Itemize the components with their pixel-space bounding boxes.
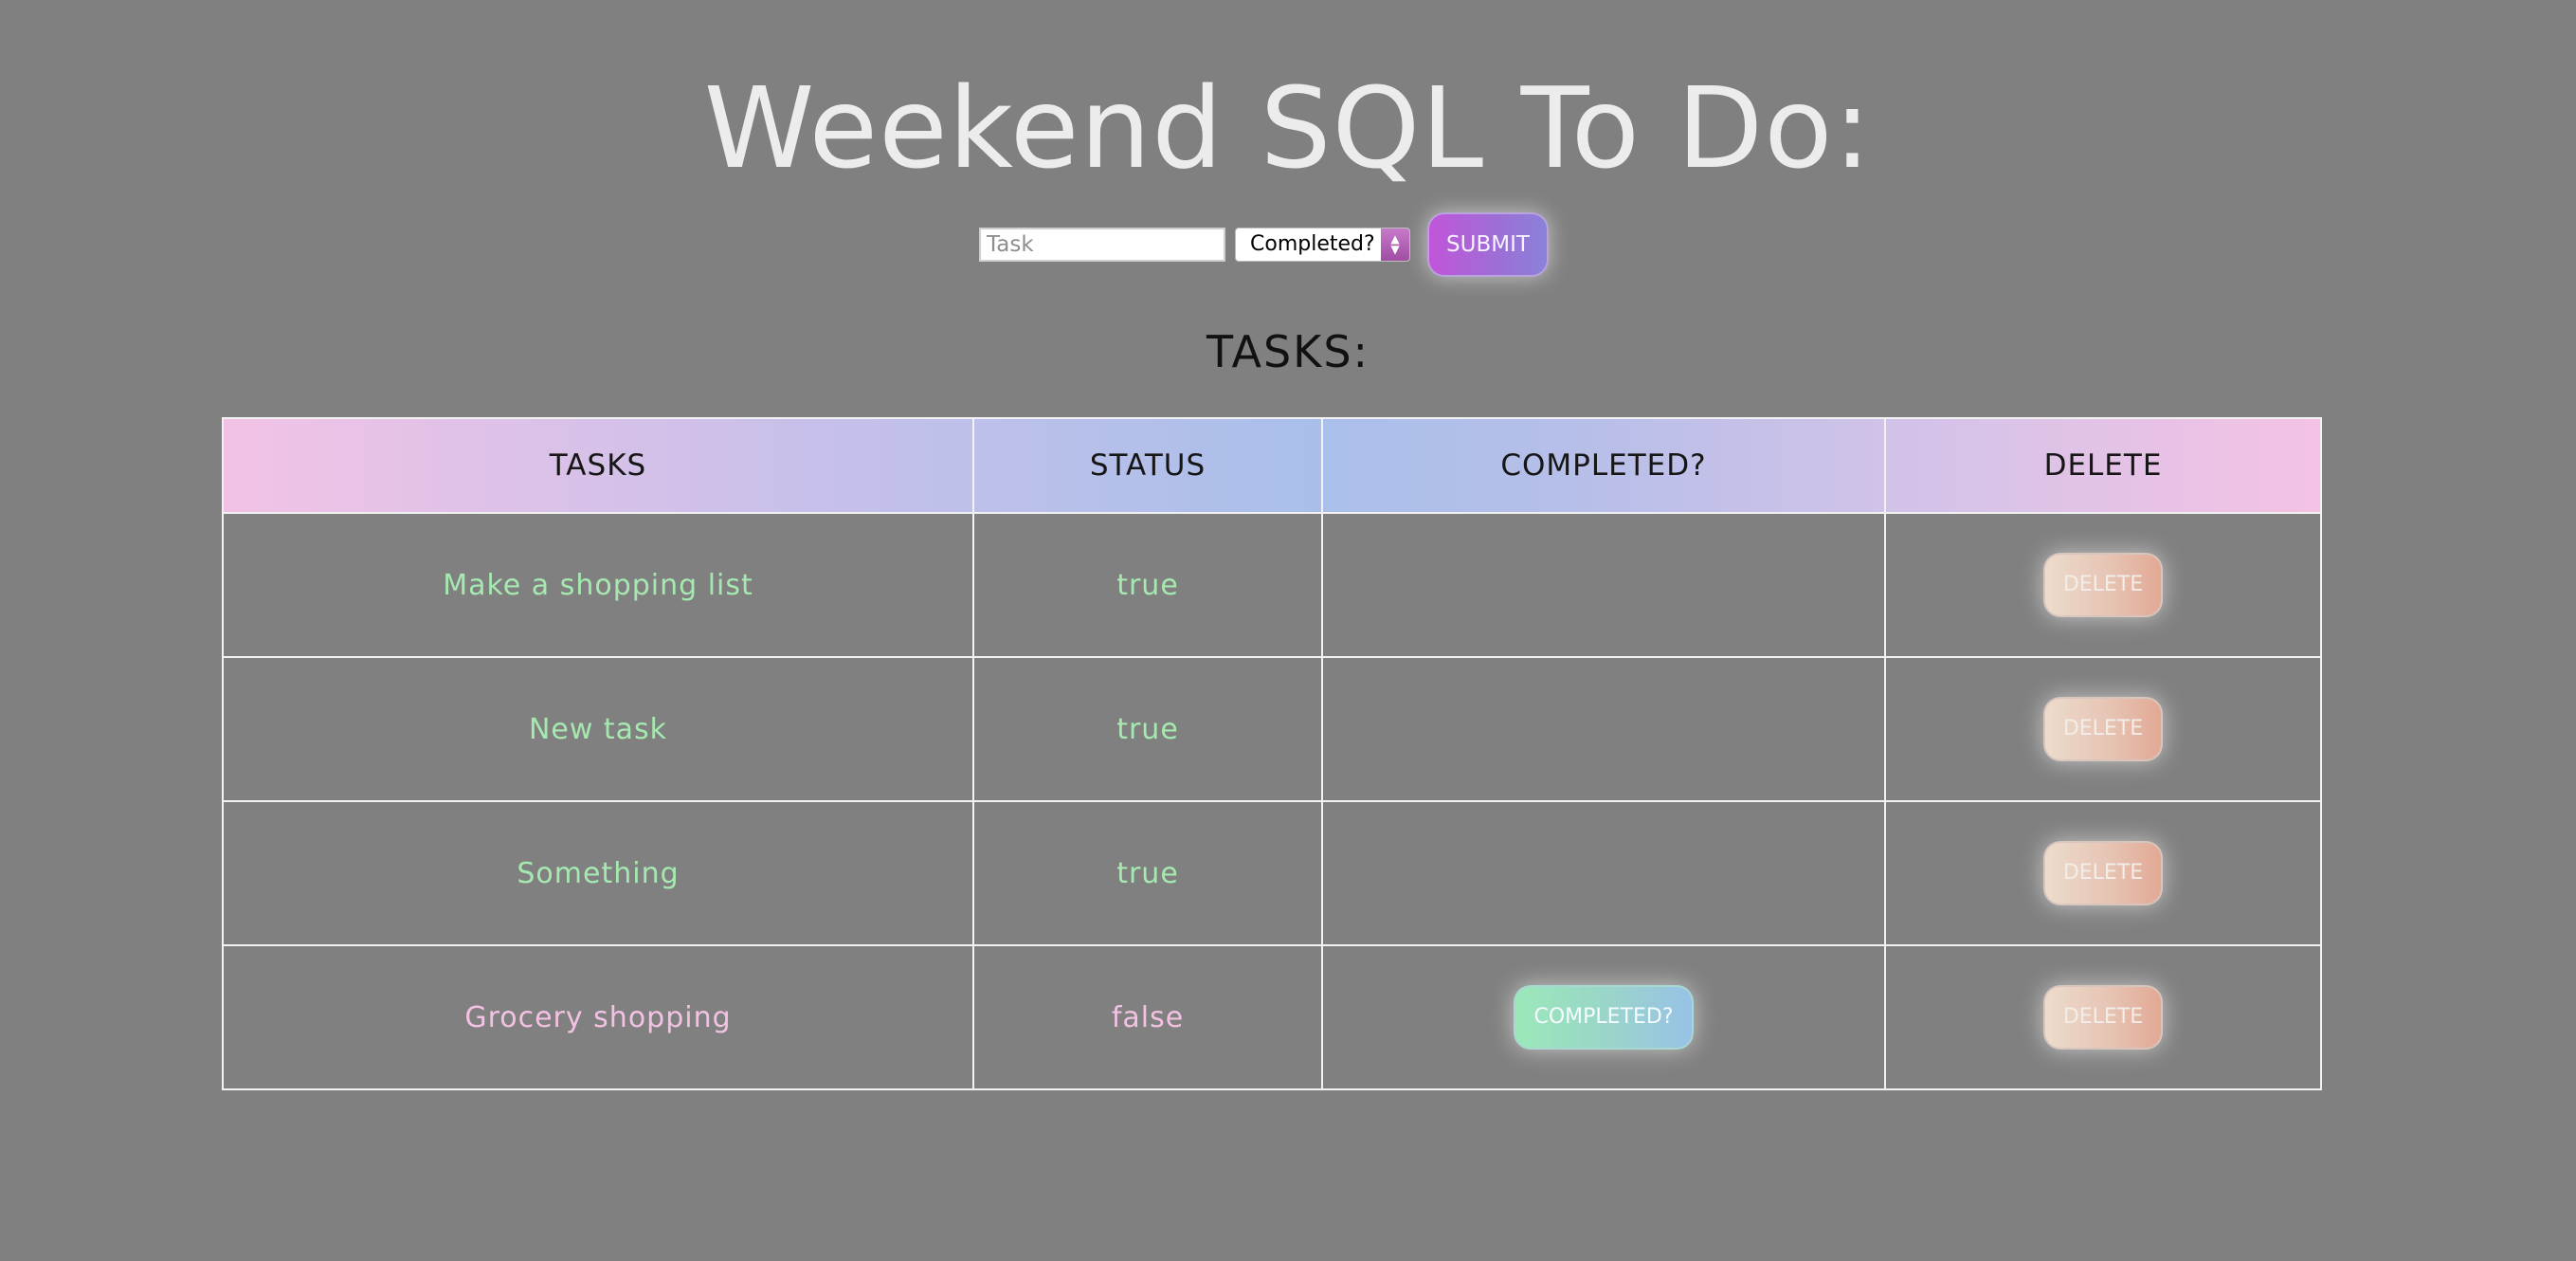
- table-row: Something true DELETE: [222, 800, 2322, 946]
- table-row: Grocery shopping false COMPLETED? DELETE: [222, 944, 2322, 1090]
- task-cell: Something: [222, 800, 974, 946]
- column-header-completed: COMPLETED?: [1321, 417, 1886, 514]
- task-cell: Grocery shopping: [222, 944, 974, 1090]
- table-header-row: TASKS STATUS COMPLETED? DELETE: [222, 417, 2322, 514]
- page-title: Weekend SQL To Do:: [703, 63, 1873, 193]
- completed-select[interactable]: Completed? ▲ ▼: [1235, 228, 1410, 262]
- task-name: Something: [517, 856, 680, 890]
- delete-button[interactable]: DELETE: [2043, 553, 2163, 617]
- delete-cell: DELETE: [1884, 800, 2322, 946]
- completed-cell: [1321, 800, 1886, 946]
- add-task-form: Completed? ▲▼ SUBMIT: [0, 212, 2576, 279]
- task-input[interactable]: [979, 228, 1225, 262]
- task-status: true: [1116, 712, 1179, 746]
- column-header-tasks: TASKS: [222, 417, 974, 514]
- completed-cell: [1321, 512, 1886, 658]
- delete-button[interactable]: DELETE: [2043, 841, 2163, 905]
- status-cell: false: [972, 944, 1323, 1090]
- submit-button[interactable]: SUBMIT: [1427, 212, 1549, 277]
- select-arrows-icon: ▲ ▼: [1381, 228, 1409, 261]
- status-cell: true: [972, 512, 1323, 658]
- status-cell: true: [972, 656, 1323, 802]
- task-name: Grocery shopping: [464, 1000, 732, 1034]
- delete-cell: DELETE: [1884, 944, 2322, 1090]
- completed-select-value: Completed?: [1250, 232, 1375, 256]
- task-status: true: [1116, 856, 1179, 890]
- table-row: New task true DELETE: [222, 656, 2322, 802]
- status-cell: true: [972, 800, 1323, 946]
- column-header-delete: DELETE: [1884, 417, 2322, 514]
- delete-button[interactable]: DELETE: [2043, 985, 2163, 1050]
- mark-completed-button[interactable]: COMPLETED?: [1514, 985, 1694, 1050]
- delete-button[interactable]: DELETE: [2043, 697, 2163, 761]
- task-status: true: [1116, 568, 1179, 602]
- task-name: Make a shopping list: [443, 568, 753, 602]
- table-row: Make a shopping list true DELETE: [222, 512, 2322, 658]
- task-name: New task: [528, 712, 668, 746]
- delete-cell: DELETE: [1884, 656, 2322, 802]
- completed-cell: COMPLETED?: [1321, 944, 1886, 1090]
- tasks-table: TASKS STATUS COMPLETED? DELETE Make a sh…: [222, 417, 2322, 1090]
- completed-cell: [1321, 656, 1886, 802]
- task-status: false: [1111, 1000, 1185, 1034]
- task-cell: New task: [222, 656, 974, 802]
- tasks-heading: TASKS:: [1206, 326, 1370, 377]
- delete-cell: DELETE: [1884, 512, 2322, 658]
- task-cell: Make a shopping list: [222, 512, 974, 658]
- column-header-status: STATUS: [972, 417, 1323, 514]
